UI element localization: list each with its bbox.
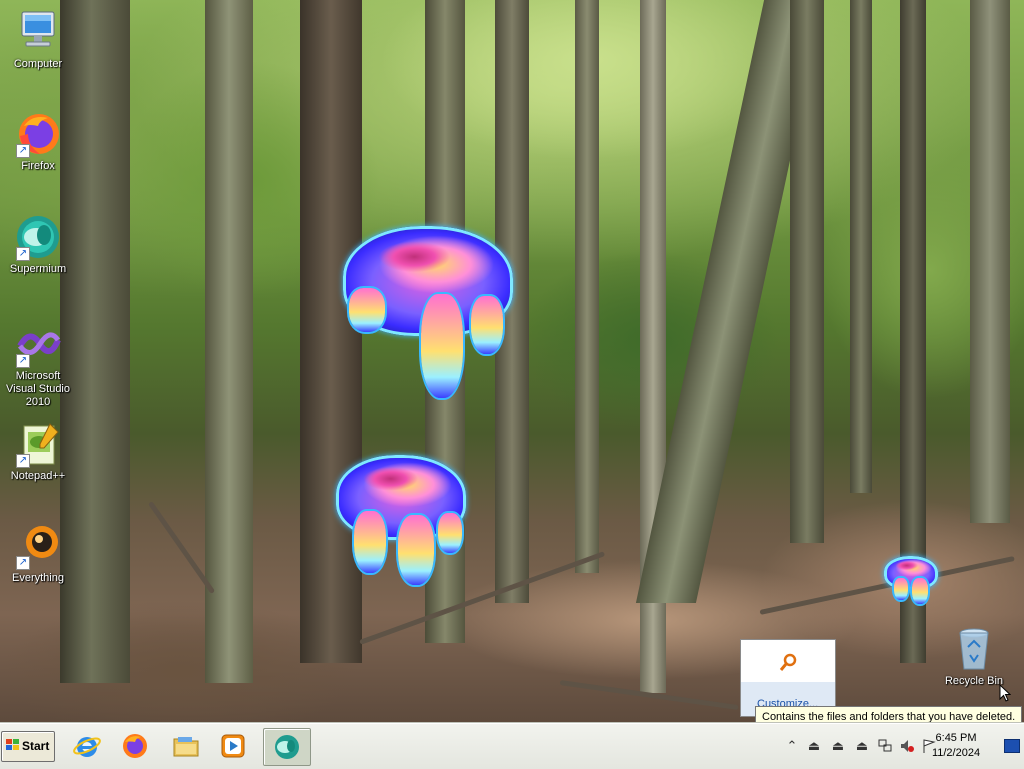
desktop-icon-recycle-bin[interactable]: Recycle Bin [936, 625, 1012, 688]
recycle-bin-icon [950, 625, 998, 673]
tree-trunk [970, 0, 1010, 523]
desktop-icon-computer[interactable]: Computer [0, 8, 76, 71]
supermium-icon: ↗ [14, 213, 62, 261]
tree-trunk [575, 0, 599, 573]
computer-icon [14, 8, 62, 56]
folder-icon [172, 732, 200, 760]
clock-date: 11/2/2024 [931, 747, 981, 759]
clock[interactable]: 6:45 PM 11/2/2024 [926, 731, 986, 761]
notepadpp-icon: ↗ [14, 420, 62, 468]
desktop-icon-firefox[interactable]: ↗ Firefox [0, 110, 76, 173]
tree-trunk [790, 0, 824, 543]
everything-icon: ↗ [14, 522, 62, 570]
shortcut-arrow-icon: ↗ [16, 556, 30, 570]
taskbar-app-supermium[interactable] [263, 728, 311, 766]
taskbar: Start ⌃ ⏏ ⏏ ⏏ 6:45 PM 11/2/2024 [0, 723, 1024, 769]
desktop-icon-visual-studio[interactable]: ↗ Microsoft Visual Studio 2010 [0, 320, 76, 409]
psychedelic-blob [343, 226, 513, 398]
supermium-icon [273, 733, 301, 761]
desktop-icon-label: Notepad++ [10, 470, 66, 482]
mouse-cursor-icon [999, 683, 1012, 702]
volume-muted-icon[interactable] [898, 738, 916, 754]
desktop-icon-label: Firefox [21, 160, 55, 172]
network-icon[interactable] [876, 738, 894, 754]
psychedelic-blob [884, 556, 938, 604]
firefox-icon: ↗ [14, 110, 62, 158]
shortcut-arrow-icon: ↗ [16, 454, 30, 468]
desktop-icon-notepadpp[interactable]: ↗ Notepad++ [0, 420, 76, 483]
desktop-icon-label: Everything [12, 572, 64, 584]
drive-icon[interactable]: ⏏ [853, 738, 871, 754]
taskbar-app-firefox[interactable] [112, 728, 158, 764]
desktop-icon-label: Computer [13, 58, 63, 70]
taskbar-app-file-explorer[interactable] [163, 728, 209, 764]
taskbar-app-media-player[interactable] [210, 728, 256, 764]
desktop-icon-label: Supermium [9, 263, 67, 275]
show-hidden-icons-icon[interactable]: ⌃ [783, 738, 801, 754]
psychedelic-blob [336, 455, 466, 585]
tree-trunk [205, 0, 253, 683]
windows-flag-icon [6, 733, 20, 750]
shortcut-arrow-icon: ↗ [16, 247, 30, 261]
shortcut-arrow-icon: ↗ [16, 144, 30, 158]
magnifier-icon[interactable] [779, 652, 799, 672]
tree-trunk [850, 0, 872, 493]
start-label: Start [22, 739, 50, 753]
show-desktop-button[interactable] [1004, 739, 1020, 753]
visual-studio-icon: ↗ [14, 320, 62, 368]
tree-trunk [300, 0, 362, 663]
clock-time: 6:45 PM [935, 732, 977, 744]
desktop[interactable]: Computer ↗ Firefox ↗ Supermium ↗ Microso… [0, 0, 1024, 723]
firefox-icon [121, 732, 149, 760]
taskbar-app-internet-explorer[interactable] [64, 728, 110, 764]
system-tray: ⌃ ⏏ ⏏ ⏏ 6:45 PM 11/2/2024 [779, 724, 1024, 769]
desktop-icon-everything[interactable]: ↗ Everything [0, 522, 76, 585]
media-player-icon [219, 732, 247, 760]
internet-explorer-icon [73, 732, 101, 760]
start-button[interactable]: Start [1, 731, 55, 762]
shortcut-arrow-icon: ↗ [16, 354, 30, 368]
desktop-icon-supermium[interactable]: ↗ Supermium [0, 213, 76, 276]
drive-icon[interactable]: ⏏ [805, 738, 823, 754]
desktop-icon-label: Microsoft Visual Studio 2010 [5, 370, 70, 408]
drive-icon[interactable]: ⏏ [829, 738, 847, 754]
